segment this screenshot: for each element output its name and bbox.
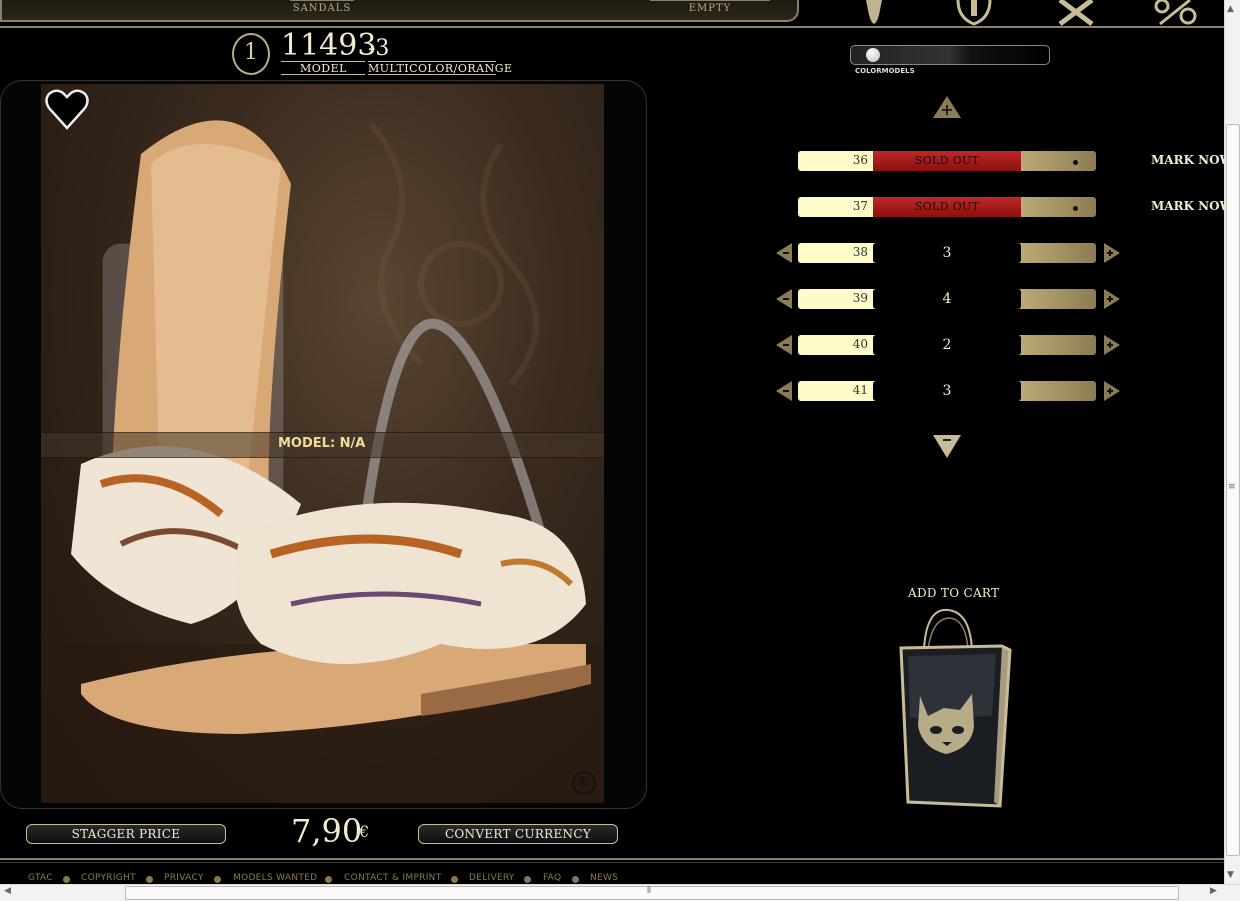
shopping-bag-icon[interactable] — [896, 606, 1016, 810]
decrease-arrow-icon[interactable] — [774, 380, 794, 402]
convert-currency-button[interactable]: CONVERT CURRENCY — [418, 824, 618, 844]
plus-triangle-icon[interactable] — [932, 95, 962, 119]
sold-out-badge: SOLD OUT — [873, 197, 1021, 217]
x-letter-icon[interactable] — [1054, 0, 1098, 26]
quantity-field[interactable]: 3 — [873, 381, 1021, 401]
nav-cart-status[interactable]: EMPTY — [670, 3, 750, 14]
size-label: 37 — [852, 199, 868, 213]
row-indicator-dot — [1073, 160, 1078, 165]
scroll-grip-icon: ≡ — [1228, 482, 1236, 492]
rank-badge: 1 — [232, 33, 270, 75]
heart-icon[interactable] — [44, 88, 90, 132]
colormodels-slider-knob[interactable] — [866, 48, 880, 62]
footer-divider-inner — [0, 862, 1224, 863]
colormodels-slider[interactable] — [850, 45, 1050, 65]
scroll-grip-icon: ⦀ — [647, 886, 651, 896]
footer-separator-dot — [214, 876, 221, 883]
minus-triangle-icon[interactable] — [932, 434, 962, 460]
footer-link-faq[interactable]: FAQ — [543, 873, 561, 883]
footer-separator-dot — [572, 876, 579, 883]
footer-link-copyright[interactable]: COPYRIGHT — [81, 873, 136, 883]
size-label: 41 — [852, 383, 868, 397]
mark-now-link[interactable]: MARK NOW — [1151, 153, 1233, 167]
colormodels-label: COLORMODELS — [855, 67, 915, 75]
statue-icon[interactable] — [858, 0, 890, 26]
sold-out-badge: SOLD OUT — [873, 151, 1021, 171]
add-to-cart-label[interactable]: ADD TO CART — [908, 586, 999, 600]
color-underline-lower — [368, 74, 496, 75]
scroll-down-arrow-icon[interactable]: ▼ — [1227, 870, 1234, 880]
increase-arrow-icon[interactable] — [1102, 242, 1122, 264]
footer-separator-dot — [325, 876, 332, 883]
footer-link-news[interactable]: NEWS — [590, 873, 618, 883]
quantity-field[interactable]: 3 — [873, 243, 1021, 263]
copyright-icon: © — [572, 771, 596, 795]
quantity-field[interactable]: 2 — [873, 335, 1021, 355]
horizontal-scrollbar-thumb[interactable] — [125, 886, 1179, 900]
increase-arrow-icon[interactable] — [1102, 380, 1122, 402]
row-indicator-dot — [1073, 206, 1078, 211]
footer-separator-dot — [524, 876, 531, 883]
footer-link-contact-imprint[interactable]: CONTACT & IMPRINT — [344, 873, 442, 883]
model-number: 11493 — [281, 28, 377, 63]
scroll-right-arrow-icon[interactable]: ▶ — [1210, 886, 1217, 896]
increase-arrow-icon[interactable] — [1102, 288, 1122, 310]
quantity-field[interactable]: 4 — [873, 289, 1021, 309]
decrease-arrow-icon[interactable] — [774, 334, 794, 356]
model-suffix: -3 — [368, 36, 390, 61]
nav-underline — [290, 0, 354, 1]
currency-symbol: € — [359, 822, 370, 841]
footer-link-privacy[interactable]: PRIVACY — [164, 873, 204, 883]
price-value: 7,90 — [291, 812, 363, 850]
footer-link-delivery[interactable]: DELIVERY — [469, 873, 515, 883]
footer-link-models-wanted[interactable]: MODELS WANTED — [233, 873, 317, 883]
crest-icon[interactable] — [954, 0, 994, 26]
percent-icon[interactable] — [1150, 0, 1200, 26]
nav-category-sandals[interactable]: SANDALS — [282, 3, 362, 14]
stagger-price-button[interactable]: STAGGER PRICE — [26, 824, 226, 844]
nav-underline — [650, 0, 770, 1]
size-label: 40 — [852, 337, 868, 351]
size-label: 38 — [852, 245, 868, 259]
footer-separator-dot — [63, 876, 70, 883]
footer-divider — [0, 858, 1224, 860]
increase-arrow-icon[interactable] — [1102, 334, 1122, 356]
decrease-arrow-icon[interactable] — [774, 242, 794, 264]
scroll-up-arrow-icon[interactable]: ▲ — [1227, 4, 1234, 14]
footer-separator-dot — [451, 876, 458, 883]
model-overlay-text: MODEL: N/A — [278, 436, 366, 451]
footer-link-gtac[interactable]: GTAC — [28, 873, 53, 883]
size-label: 39 — [852, 291, 868, 305]
mark-now-link[interactable]: MARK NOW — [1151, 199, 1233, 213]
decrease-arrow-icon[interactable] — [774, 288, 794, 310]
footer-separator-dot — [146, 876, 153, 883]
model-underline-lower — [281, 74, 365, 75]
scroll-left-arrow-icon[interactable]: ◀ — [4, 886, 11, 896]
size-label: 36 — [852, 153, 868, 167]
top-divider — [0, 26, 1224, 28]
